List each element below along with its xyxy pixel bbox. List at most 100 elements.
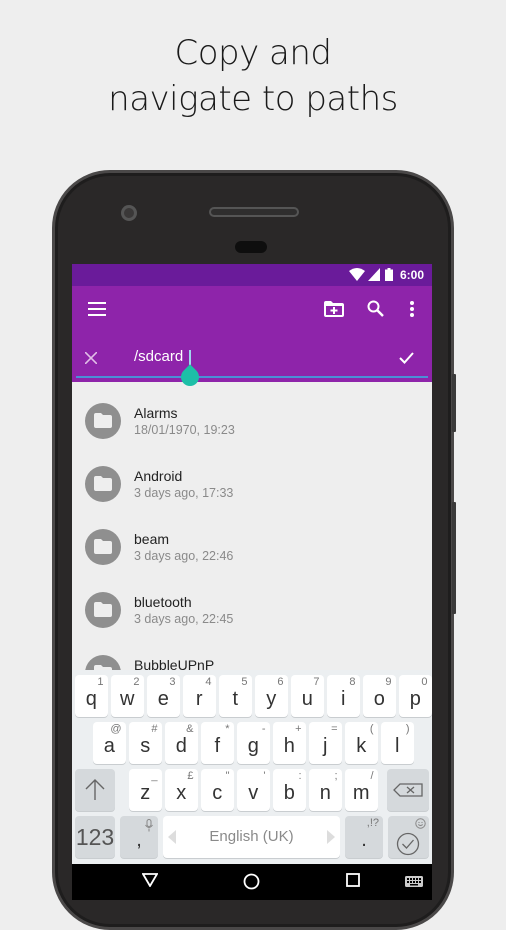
key-label: . (361, 829, 367, 851)
key-alt-label: 5 (241, 676, 248, 688)
search-icon[interactable] (367, 300, 384, 317)
comma-key[interactable]: , (120, 816, 158, 858)
key-alt-label: _ (151, 770, 158, 782)
key-f[interactable]: f * (201, 722, 234, 764)
key-label: o (373, 688, 385, 710)
key-label: s (140, 735, 151, 757)
volume-button (452, 502, 456, 614)
key-alt-label: 2 (133, 676, 140, 688)
key-b[interactable]: b: (273, 769, 306, 811)
key-label: b (283, 782, 295, 804)
proximity-sensor (235, 241, 267, 253)
key-label: j (323, 735, 328, 757)
space-key[interactable]: English (UK) (163, 816, 340, 858)
key-label: g (247, 735, 259, 757)
key-l[interactable]: l) (381, 722, 414, 764)
key-label: m (352, 782, 370, 804)
key-n[interactable]: n; (309, 769, 342, 811)
back-icon[interactable] (142, 873, 158, 887)
key-s[interactable]: s # (129, 722, 162, 764)
key-v[interactable]: v ' (237, 769, 270, 811)
key-label: q (85, 688, 97, 710)
home-icon[interactable] (243, 873, 260, 890)
menu-icon[interactable] (88, 302, 106, 316)
backspace-key[interactable] (387, 769, 429, 811)
key-k[interactable]: k( (345, 722, 378, 764)
path-input-underline (76, 376, 428, 378)
enter-key[interactable] (388, 816, 429, 858)
key-alt-label: ( (369, 723, 374, 735)
key-i[interactable]: i8 (327, 675, 360, 717)
key-alt-label: 9 (385, 676, 392, 688)
space-label: English (UK) (209, 828, 294, 845)
key-alt-label: £ (187, 770, 194, 782)
key-t[interactable]: t5 (219, 675, 252, 717)
key-label: , (136, 829, 142, 851)
more-vert-icon[interactable] (410, 301, 414, 317)
key-p[interactable]: p0 (399, 675, 432, 717)
key-alt-label: # (151, 723, 158, 735)
key-w[interactable]: w2 (111, 675, 144, 717)
file-modified: 3 days ago, 22:46 (134, 549, 234, 563)
key-alt-label: * (225, 723, 230, 735)
key-alt-label: 8 (349, 676, 356, 688)
key-alt-label: " (225, 770, 230, 782)
navigation-bar (72, 864, 432, 900)
front-camera (121, 205, 137, 221)
new-folder-icon[interactable] (324, 301, 344, 317)
key-a[interactable]: a @ (93, 722, 126, 764)
path-input[interactable]: /sdcard (134, 348, 183, 365)
folder-icon (85, 592, 121, 628)
list-item[interactable]: Alarms 18/01/1970, 19:23 (72, 382, 432, 445)
key-c[interactable]: c " (201, 769, 234, 811)
key-z[interactable]: z _ (129, 769, 162, 811)
list-item[interactable]: beam 3 days ago, 22:46 (72, 508, 432, 571)
key-label: f (214, 735, 221, 757)
key-d[interactable]: d & (165, 722, 198, 764)
numbers-key[interactable]: 123 (75, 816, 115, 858)
shift-icon (85, 779, 105, 800)
recents-icon[interactable] (346, 873, 360, 887)
key-o[interactable]: o9 (363, 675, 396, 717)
key-r[interactable]: r4 (183, 675, 216, 717)
key-label: i (341, 688, 346, 710)
key-y[interactable]: y6 (255, 675, 288, 717)
key-alt-label: + (295, 723, 302, 735)
key-alt-label: / (370, 770, 374, 782)
key-m[interactable]: m / (345, 769, 378, 811)
key-alt-label: ) (405, 723, 410, 735)
key-e[interactable]: e3 (147, 675, 180, 717)
microphone-icon (145, 819, 153, 832)
key-alt-label: 4 (205, 676, 212, 688)
earpiece-speaker (209, 207, 299, 217)
folder-icon (85, 529, 121, 565)
keyboard-icon[interactable] (405, 876, 423, 887)
key-x[interactable]: x £ (165, 769, 198, 811)
backspace-icon (393, 783, 423, 797)
key-label: z (140, 782, 151, 804)
check-icon[interactable] (399, 352, 414, 364)
app-bar: /sdcard (72, 286, 432, 382)
key-alt-label: 0 (421, 676, 428, 688)
key-j[interactable]: j = (309, 722, 342, 764)
key-g[interactable]: g- (237, 722, 270, 764)
key-h[interactable]: h + (273, 722, 306, 764)
shift-key[interactable] (75, 769, 115, 811)
power-button (452, 374, 456, 432)
list-item[interactable]: Android 3 days ago, 17:33 (72, 445, 432, 508)
period-key[interactable]: .,!? (345, 816, 383, 858)
list-item[interactable]: bluetooth 3 days ago, 22:45 (72, 571, 432, 634)
file-name: bluetooth (134, 594, 192, 610)
key-label: x (176, 782, 187, 804)
key-alt-label: ; (334, 770, 338, 782)
key-u[interactable]: u7 (291, 675, 324, 717)
key-label: t (232, 688, 239, 710)
key-label: c (212, 782, 223, 804)
screen: 6:00 /sdcard Alarms 18/01/1970, 19:23 An… (72, 264, 432, 900)
headline-line-1: Copy and (174, 33, 332, 73)
battery-icon (385, 268, 393, 281)
key-label: r (195, 688, 203, 710)
key-alt-label: 7 (313, 676, 320, 688)
close-icon[interactable] (85, 352, 97, 364)
key-q[interactable]: q1 (75, 675, 108, 717)
